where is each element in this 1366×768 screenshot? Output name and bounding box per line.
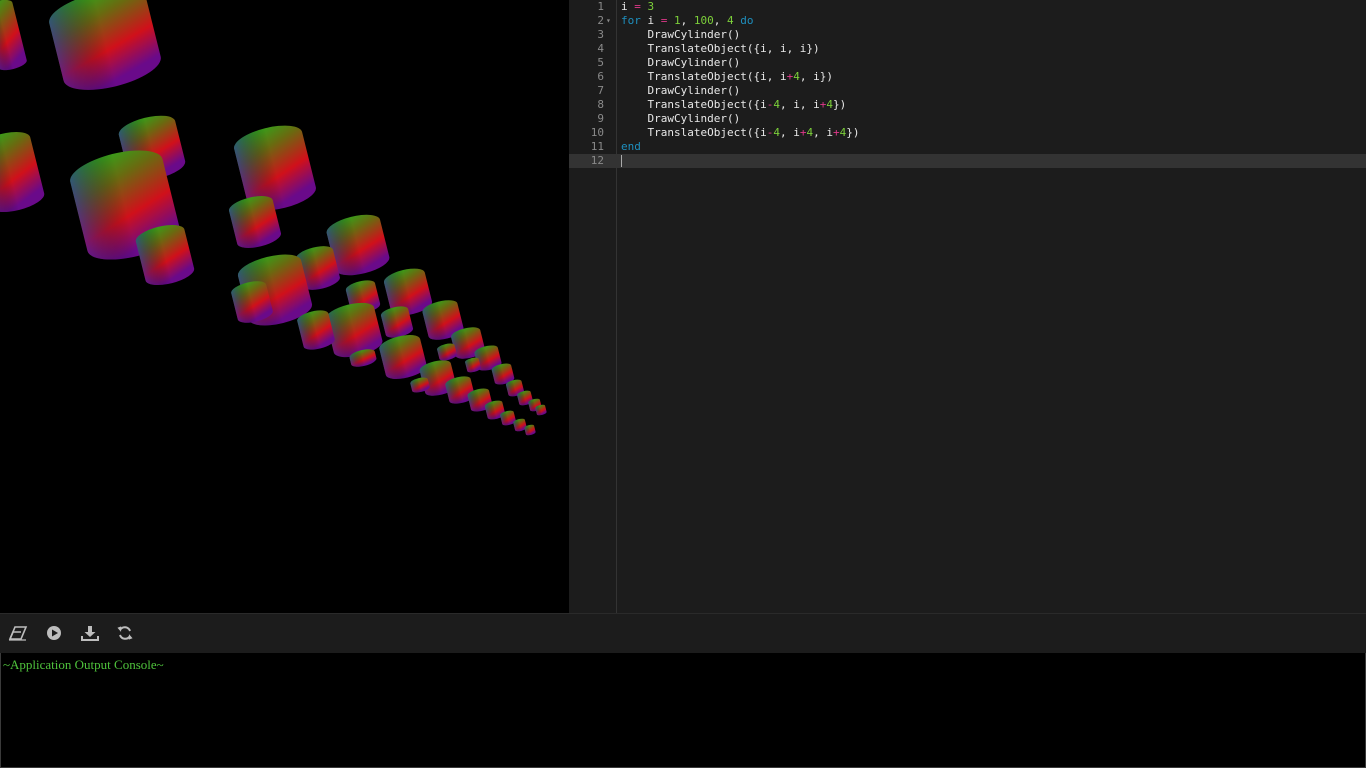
run-button[interactable] (43, 622, 65, 644)
code-lines[interactable]: 1i = 3 2 ▾ for i = 1, 100, 4 do 3 DrawCylind… (569, 0, 1366, 168)
line-number: 6 (597, 70, 604, 83)
code-token: , i (813, 126, 833, 139)
code-token: , (713, 14, 727, 27)
code-token: , i}) (799, 70, 833, 83)
cylinder-scene[interactable] (0, 0, 569, 613)
code-token: }) (832, 98, 847, 111)
download-icon (81, 626, 99, 641)
code-line[interactable]: 4 TranslateObject({i, i, i}) (569, 42, 1366, 56)
code-line[interactable]: 6 TranslateObject({i, i+4, i}) (569, 70, 1366, 84)
code-text: DrawCylinder() (621, 84, 740, 98)
code-token: 4 (773, 98, 780, 111)
code-token: DrawCylinder() (621, 112, 741, 125)
code-token: , i (779, 126, 800, 139)
code-text: DrawCylinder() (621, 56, 740, 70)
cylinder-mesh (0, 132, 45, 212)
code-token: + (832, 126, 840, 139)
code-line[interactable]: 7 DrawCylinder() (569, 84, 1366, 98)
code-token: 4 (773, 126, 780, 139)
code-text: TranslateObject({i, i+4, i}) (621, 70, 833, 84)
download-button[interactable] (79, 622, 101, 644)
line-number: 7 (597, 84, 604, 97)
refresh-button[interactable] (114, 622, 136, 644)
code-editor[interactable]: 1i = 3 2 ▾ for i = 1, 100, 4 do 3 DrawCylind… (569, 0, 1366, 613)
line-number: 1 (597, 0, 604, 13)
code-token: DrawCylinder() (621, 28, 741, 41)
refresh-icon (117, 626, 133, 640)
line-number: 3 (597, 28, 604, 41)
code-token: do (740, 14, 754, 27)
code-text: TranslateObject({i, i, i}) (621, 42, 820, 56)
line-number: 4 (597, 42, 604, 55)
code-token: 3 (647, 0, 655, 13)
cylinders (0, 0, 547, 436)
3d-viewport[interactable] (0, 0, 569, 613)
code-token: for (621, 14, 641, 27)
code-line[interactable]: 12 (569, 154, 1366, 168)
code-token: = (634, 0, 641, 13)
code-line[interactable]: 5 DrawCylinder() (569, 56, 1366, 70)
code-token: 100 (693, 14, 714, 27)
code-text: end (621, 140, 641, 154)
code-token: 4 (826, 98, 833, 111)
code-token: i (621, 0, 635, 13)
cylinder-mesh (0, 0, 27, 71)
code-token: DrawCylinder() (621, 84, 741, 97)
code-text: DrawCylinder() (621, 112, 740, 126)
fold-toggle-icon[interactable]: ▾ (606, 14, 614, 28)
line-number: 11 (590, 140, 604, 153)
code-text: DrawCylinder() (621, 28, 740, 42)
line-number: 10 (590, 126, 604, 139)
console-title: ~Application Output Console~ (3, 657, 164, 672)
cylinder-mesh (437, 343, 457, 361)
code-token: TranslateObject({i, i (621, 70, 787, 83)
code-token: , (680, 14, 694, 27)
code-token: 4 (793, 70, 800, 83)
line-number: 2 (597, 14, 604, 27)
code-line[interactable]: 11 end (569, 140, 1366, 154)
line-number: 5 (597, 56, 604, 69)
line-number: 8 (597, 98, 604, 111)
code-token: TranslateObject({i, i, i}) (621, 42, 820, 55)
code-text: for i = 1, 100, 4 do (621, 14, 754, 28)
code-line[interactable]: 2 ▾ for i = 1, 100, 4 do (569, 14, 1366, 28)
code-token: 4 (727, 14, 734, 27)
code-line[interactable]: 3 DrawCylinder() (569, 28, 1366, 42)
code-token: TranslateObject({i (621, 126, 767, 139)
code-token: , i, i (779, 98, 820, 111)
toolbar (0, 613, 1366, 654)
code-text: TranslateObject({i-4, i+4, i+4}) (621, 126, 859, 140)
code-line[interactable]: 10 TranslateObject({i-4, i+4, i+4}) (569, 126, 1366, 140)
play-icon (47, 626, 61, 640)
code-line[interactable]: 1 i = 3 (569, 0, 1366, 14)
code-token: i (640, 14, 661, 27)
code-token: 1 (674, 14, 681, 27)
code-line[interactable]: 8 TranslateObject({i-4, i, i+4}) (569, 98, 1366, 112)
code-token: TranslateObject({i (621, 98, 767, 111)
code-text: i = 3 (621, 0, 654, 14)
code-token: DrawCylinder() (621, 56, 741, 69)
code-token: end (621, 140, 641, 153)
line-number: 9 (597, 112, 604, 125)
clear-button[interactable] (7, 622, 29, 644)
code-text: TranslateObject({i-4, i, i+4}) (621, 98, 846, 112)
cylinder-mesh (49, 0, 161, 90)
text-cursor (621, 155, 622, 167)
line-number: 12 (590, 154, 604, 167)
eraser-icon (8, 626, 28, 641)
code-line[interactable]: 9 DrawCylinder() (569, 112, 1366, 126)
code-token: }) (846, 126, 860, 139)
output-console[interactable]: ~Application Output Console~ (0, 653, 1366, 768)
